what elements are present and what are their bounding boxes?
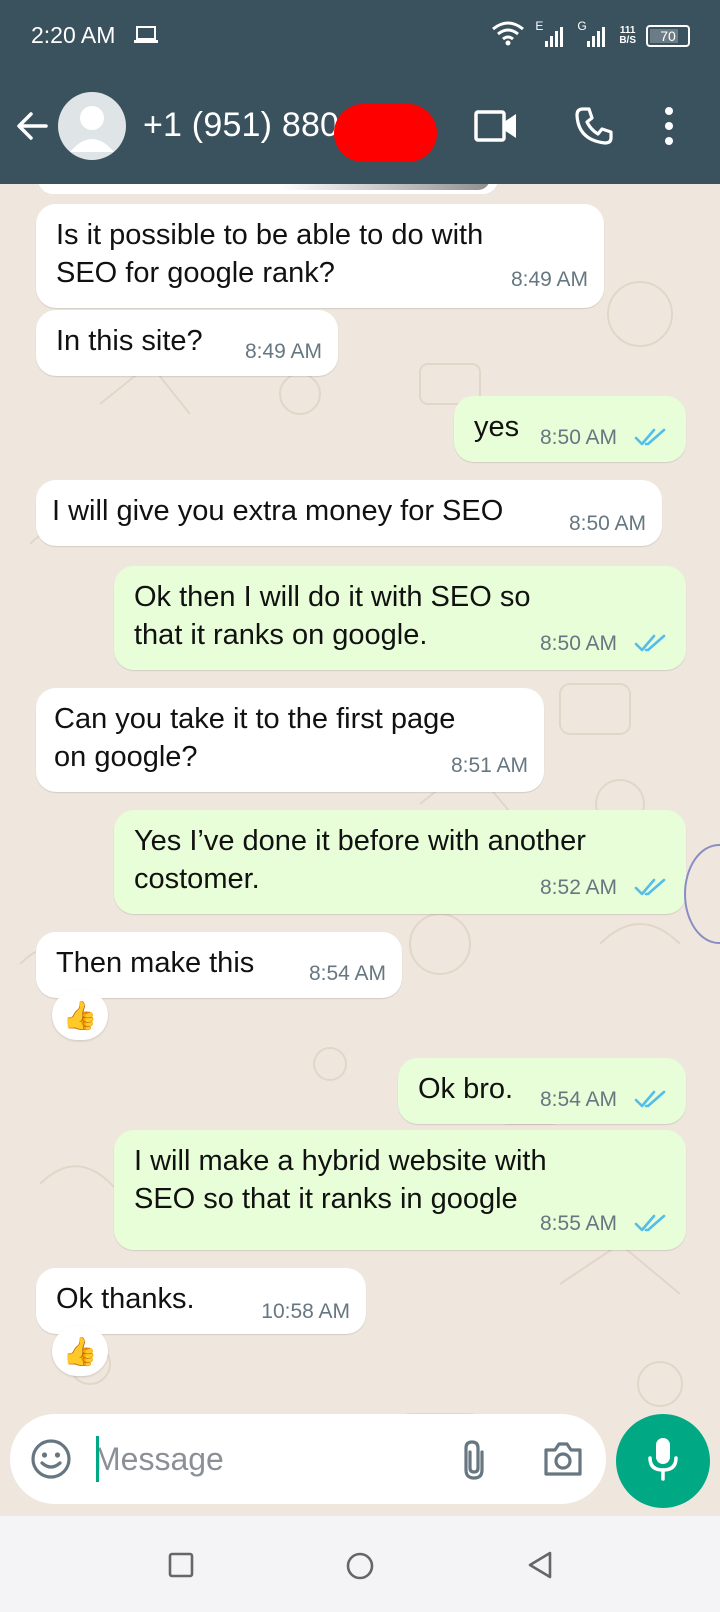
network-speed: 111 B/S [619, 24, 636, 46]
message-bubble-outgoing[interactable]: I will make a hybrid website with SEO so… [114, 1130, 686, 1250]
phone-icon[interactable] [574, 106, 614, 151]
status-time: 2:20 AM [31, 22, 116, 48]
wifi-icon [491, 20, 525, 51]
message-bubble-incoming[interactable]: Is it possible to be able to do with SEO… [36, 204, 604, 308]
signal-1-icon: E [535, 19, 567, 49]
message-input[interactable] [94, 1432, 444, 1486]
message-time: 8:54 AM [540, 1088, 618, 1111]
more-vertical-icon[interactable] [664, 106, 674, 151]
message-bubble-incoming[interactable]: Ok thanks. 10:58 AM [36, 1268, 366, 1334]
message-bubble-incoming[interactable]: I will give you extra money for SEO 8:50… [36, 480, 662, 546]
read-ticks-icon [634, 634, 666, 652]
speed-unit: B/S [619, 34, 636, 46]
message-time: 8:49 AM [244, 340, 322, 363]
microphone-icon [646, 1436, 680, 1487]
message-text: Can you take it to the first page on goo… [54, 703, 456, 773]
message-text: I will make a hybrid website with SEO so… [134, 1145, 547, 1215]
status-bar: 2:20 AM E G 111 B/S 70 [0, 0, 720, 72]
message-bubble-outgoing[interactable]: Yes I’ve done it before with another cos… [114, 810, 686, 914]
message-time: 8:51 AM [450, 754, 528, 777]
battery-icon: 70 [646, 24, 690, 47]
message-text: Then make this [56, 947, 255, 979]
message-time: 8:50 AM [568, 512, 646, 535]
paperclip-icon[interactable] [458, 1438, 490, 1487]
message-text: In this site? [56, 325, 203, 357]
chat-header: +1 (951) 880 [0, 72, 720, 184]
read-ticks-icon [634, 1090, 666, 1108]
system-nav-bar [0, 1516, 720, 1612]
reaction-badge[interactable]: 👍 [52, 1326, 108, 1376]
recents-icon[interactable] [168, 1552, 194, 1583]
message-time: 8:54 AM [308, 962, 386, 985]
home-icon[interactable] [346, 1552, 374, 1585]
read-ticks-icon [634, 878, 666, 896]
reaction-badge[interactable]: 👍 [52, 990, 108, 1040]
chat-area[interactable]: Is it possible to be able to do with SEO… [0, 184, 720, 1508]
message-time: 8:49 AM [510, 268, 588, 291]
back-triangle-icon[interactable] [526, 1550, 554, 1585]
message-bubble-incoming[interactable]: In this site? 8:49 AM [36, 310, 338, 376]
message-text: Ok thanks. [56, 1283, 195, 1315]
speed-value: 111 [619, 24, 636, 36]
message-bubble-outgoing[interactable]: yes 8:50 AM [454, 396, 686, 462]
camera-icon[interactable] [542, 1440, 584, 1483]
message-text: Yes I’ve done it before with another cos… [134, 825, 586, 895]
video-camera-icon[interactable] [474, 108, 518, 149]
battery-level: 70 [660, 27, 676, 44]
avatar[interactable] [58, 92, 126, 160]
laptop-icon [134, 26, 158, 49]
message-bubble-incoming[interactable]: Can you take it to the first page on goo… [36, 688, 544, 792]
message-time: 8:50 AM [540, 632, 618, 655]
message-time: 8:55 AM [540, 1212, 618, 1235]
message-text: Is it possible to be able to do with SEO… [56, 219, 484, 289]
message-composer [10, 1414, 606, 1504]
message-time: 10:58 AM [261, 1300, 350, 1323]
read-ticks-icon [634, 428, 666, 446]
message-bubble-incoming[interactable]: Then make this 8:54 AM [36, 932, 402, 998]
signal-1-label: E [535, 18, 544, 33]
arrow-left-icon[interactable] [14, 108, 50, 149]
read-ticks-icon [634, 1214, 666, 1232]
message-text: Ok then I will do it with SEO so that it… [134, 581, 531, 651]
redaction-mark [334, 104, 437, 162]
message-text: I will give you extra money for SEO [52, 495, 504, 527]
message-text: yes [474, 411, 520, 443]
message-bubble-outgoing[interactable]: Ok bro. 8:54 AM [398, 1058, 686, 1124]
text-caret [96, 1436, 99, 1482]
message-bubble-outgoing[interactable]: Ok then I will do it with SEO so that it… [114, 566, 686, 670]
contact-name[interactable]: +1 (951) 880 [143, 106, 339, 145]
emoji-icon[interactable] [30, 1438, 72, 1485]
message-text: Ok bro. [418, 1073, 514, 1105]
message-time: 8:52 AM [540, 876, 618, 899]
message-time: 8:50 AM [540, 426, 618, 449]
signal-2-icon: G [577, 19, 609, 49]
signal-2-label: G [577, 18, 587, 33]
microphone-button[interactable] [616, 1414, 710, 1508]
